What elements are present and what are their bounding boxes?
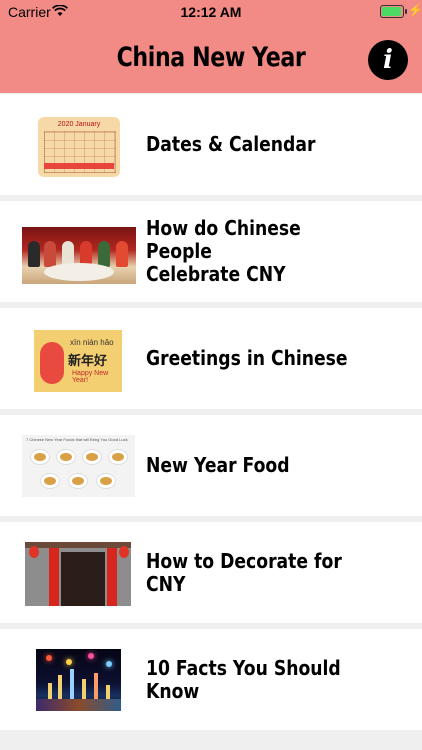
family-dinner-thumbnail — [22, 227, 136, 284]
greeting-english: Happy New Year! — [72, 370, 109, 384]
greeting-card-thumbnail: xīn nián hǎo 新年好 Happy New Year! — [34, 330, 122, 392]
food-thumbnail: 7 Chinese New Year Foods that will Bring… — [22, 435, 135, 497]
list-item-label: Dates & Calendar — [146, 132, 316, 156]
list-item-label: 10 Facts You Should Know — [146, 655, 341, 703]
decoration-thumbnail — [25, 542, 131, 606]
list-item-decorate[interactable]: How to Decorate for CNY — [0, 522, 422, 623]
list-item-label: How do Chinese People Celebrate CNY — [146, 216, 301, 286]
list-item-celebrate-cny[interactable]: How do Chinese People Celebrate CNY — [0, 201, 422, 302]
info-button[interactable]: i — [368, 40, 408, 80]
info-icon: i — [383, 45, 393, 75]
list-item-label: Greetings in Chinese — [146, 346, 348, 370]
list-item-greetings[interactable]: xīn nián hǎo 新年好 Happy New Year! Greetin… — [0, 308, 422, 409]
list-item-facts[interactable]: 10 Facts You Should Know — [0, 629, 422, 730]
list-item-dates-calendar[interactable]: 2020 January Dates & Calendar — [0, 94, 422, 195]
fireworks-thumbnail — [36, 649, 121, 711]
clock: 12:12 AM — [180, 4, 242, 20]
list-item-new-year-food[interactable]: 7 Chinese New Year Foods that will Bring… — [0, 415, 422, 516]
greeting-chinese: 新年好 — [68, 354, 108, 369]
calendar-thumbnail: 2020 January — [38, 117, 120, 177]
navigation-bar: China New Year i — [0, 24, 422, 93]
greeting-pinyin: xīn nián hǎo — [70, 338, 114, 347]
status-bar: Carrier 12:12 AM ⚡ — [0, 0, 422, 24]
calendar-header: 2020 January — [57, 121, 101, 128]
list-item-label: New Year Food — [146, 453, 290, 477]
page-title: China New Year — [116, 42, 306, 73]
battery-icon — [380, 5, 407, 18]
list-item-label: How to Decorate for CNY — [146, 548, 342, 596]
food-caption: 7 Chinese New Year Foods that will Bring… — [26, 437, 128, 442]
charging-icon: ⚡ — [408, 3, 422, 17]
